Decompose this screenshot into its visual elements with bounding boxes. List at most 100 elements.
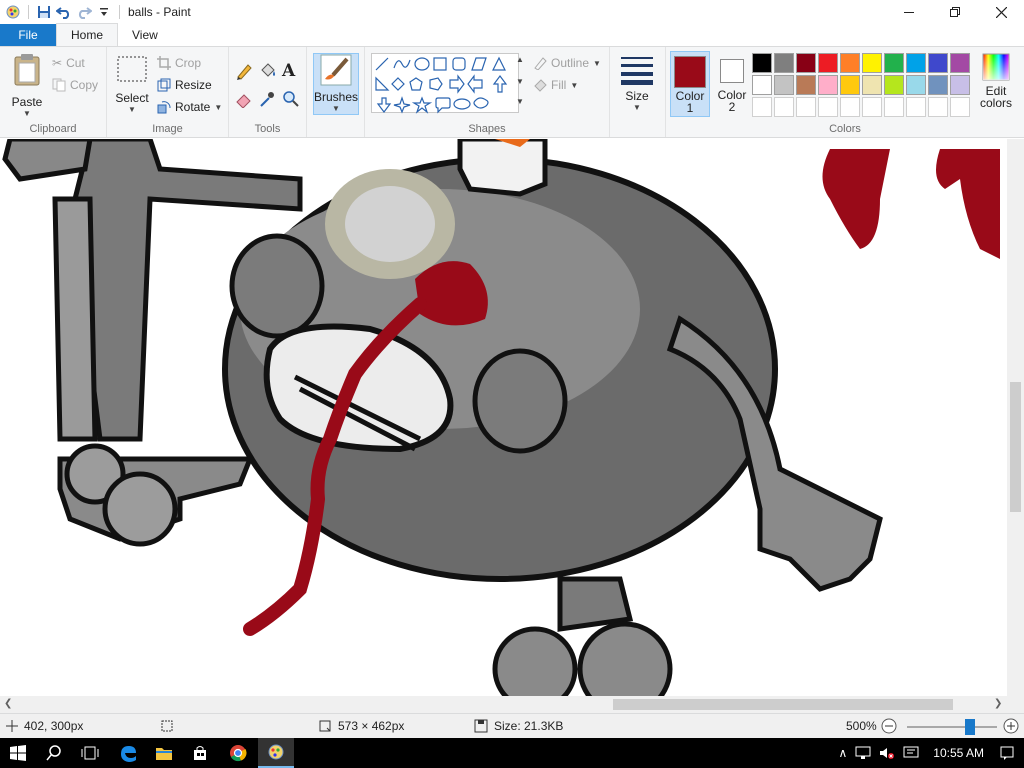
volume-muted-icon[interactable] bbox=[879, 746, 895, 760]
restore-button[interactable] bbox=[932, 0, 978, 24]
color2-button[interactable]: Color 2 bbox=[712, 51, 752, 117]
eraser-tool[interactable] bbox=[235, 89, 253, 109]
zoom-slider[interactable] bbox=[907, 726, 997, 728]
palette-swatch[interactable] bbox=[818, 53, 838, 73]
scroll-down-icon[interactable]: ▼ bbox=[516, 77, 524, 86]
zoom-out-button[interactable] bbox=[881, 714, 897, 739]
clock[interactable]: 10:55 AM bbox=[933, 746, 984, 760]
palette-swatch[interactable] bbox=[884, 97, 904, 117]
vertical-scroll-thumb[interactable] bbox=[1010, 382, 1021, 512]
vertical-scrollbar[interactable] bbox=[1007, 139, 1024, 696]
palette-swatch[interactable] bbox=[796, 97, 816, 117]
paint-taskbar-button[interactable] bbox=[258, 738, 294, 768]
palette-swatch[interactable] bbox=[906, 53, 926, 73]
color-picker-tool[interactable] bbox=[258, 89, 276, 109]
save-icon[interactable] bbox=[35, 3, 53, 21]
palette-swatch[interactable] bbox=[928, 75, 948, 95]
cut-button[interactable]: ✂ Cut bbox=[52, 53, 85, 73]
select-button[interactable]: Select ▼ bbox=[115, 55, 149, 114]
crosshair-icon bbox=[6, 720, 18, 732]
canvas-size-icon bbox=[319, 720, 331, 732]
palette-swatch[interactable] bbox=[774, 75, 794, 95]
cut-label: Cut bbox=[66, 56, 85, 70]
qat-separator bbox=[119, 5, 120, 19]
palette-swatch[interactable] bbox=[818, 97, 838, 117]
tab-view[interactable]: View bbox=[118, 24, 172, 46]
store-button[interactable] bbox=[182, 738, 218, 768]
palette-swatch[interactable] bbox=[906, 97, 926, 117]
outline-button[interactable]: Outline ▼ bbox=[533, 53, 601, 73]
fill-button[interactable]: Fill ▼ bbox=[533, 75, 578, 95]
network-icon[interactable] bbox=[855, 746, 871, 760]
shapes-gallery-scroll[interactable]: ▲ ▼ ▼ bbox=[513, 53, 527, 113]
palette-swatch[interactable] bbox=[818, 75, 838, 95]
rotate-button[interactable]: Rotate ▼ bbox=[157, 97, 222, 117]
task-view-button[interactable] bbox=[72, 738, 108, 768]
search-button[interactable] bbox=[36, 738, 72, 768]
palette-swatch[interactable] bbox=[950, 53, 970, 73]
crop-button[interactable]: Crop bbox=[157, 53, 201, 73]
scroll-left-icon[interactable]: ❮ bbox=[4, 698, 12, 709]
chrome-button[interactable] bbox=[220, 738, 256, 768]
action-center-icon[interactable] bbox=[1000, 746, 1014, 760]
palette-swatch[interactable] bbox=[906, 75, 926, 95]
text-tool[interactable]: A bbox=[282, 61, 295, 81]
edge-button[interactable] bbox=[110, 738, 146, 768]
size-button[interactable]: Size ▼ bbox=[618, 55, 656, 112]
palette-swatch[interactable] bbox=[796, 53, 816, 73]
zoom-slider-thumb[interactable] bbox=[965, 719, 975, 735]
minimize-button[interactable] bbox=[886, 0, 932, 24]
fill-tool[interactable] bbox=[258, 61, 276, 81]
redo-icon[interactable] bbox=[75, 3, 93, 21]
tab-file[interactable]: File bbox=[0, 24, 56, 46]
color2-swatch bbox=[720, 59, 744, 83]
horizontal-scrollbar[interactable]: ❮ ❯ bbox=[0, 696, 1024, 713]
palette-swatch[interactable] bbox=[774, 97, 794, 117]
chevron-up-icon[interactable]: ∧ bbox=[839, 746, 848, 760]
undo-icon[interactable] bbox=[55, 3, 73, 21]
palette-swatch[interactable] bbox=[884, 75, 904, 95]
paint-app-icon[interactable] bbox=[4, 3, 22, 21]
edit-colors-button[interactable]: Edit colors bbox=[976, 53, 1016, 109]
palette-swatch[interactable] bbox=[862, 53, 882, 73]
paint-icon bbox=[268, 744, 284, 760]
shapes-gallery[interactable] bbox=[371, 53, 519, 114]
color1-button[interactable]: Color 1 bbox=[670, 51, 710, 117]
palette-swatch[interactable] bbox=[950, 75, 970, 95]
horizontal-scroll-thumb[interactable] bbox=[613, 699, 953, 710]
resize-button[interactable]: Resize bbox=[157, 75, 212, 95]
paste-button[interactable]: Paste ▼ bbox=[8, 53, 46, 118]
palette-swatch[interactable] bbox=[862, 97, 882, 117]
start-button[interactable] bbox=[0, 738, 36, 768]
shapes-group: ▲ ▼ ▼ Outline ▼ Fill ▼ Shapes bbox=[365, 47, 610, 137]
magnifier-tool[interactable] bbox=[282, 89, 300, 109]
palette-swatch[interactable] bbox=[840, 97, 860, 117]
zoom-in-button[interactable] bbox=[1003, 714, 1019, 739]
zoom-level: 500% bbox=[846, 714, 877, 739]
copy-button[interactable]: Copy bbox=[52, 75, 98, 95]
expand-gallery-icon[interactable]: ▼ bbox=[516, 97, 524, 106]
file-explorer-button[interactable] bbox=[146, 738, 182, 768]
canvas[interactable] bbox=[0, 139, 1024, 696]
palette-swatch[interactable] bbox=[752, 53, 772, 73]
palette-swatch[interactable] bbox=[796, 75, 816, 95]
palette-swatch[interactable] bbox=[884, 53, 904, 73]
scroll-up-icon[interactable]: ▲ bbox=[516, 55, 524, 64]
pencil-tool[interactable] bbox=[235, 61, 253, 81]
palette-swatch[interactable] bbox=[752, 75, 772, 95]
color2-label-line2: 2 bbox=[728, 100, 736, 114]
close-button[interactable] bbox=[978, 0, 1024, 24]
palette-swatch[interactable] bbox=[928, 53, 948, 73]
palette-swatch[interactable] bbox=[840, 75, 860, 95]
palette-swatch[interactable] bbox=[774, 53, 794, 73]
palette-swatch[interactable] bbox=[928, 97, 948, 117]
scroll-right-icon[interactable]: ❯ bbox=[994, 698, 1002, 709]
customize-qat-icon[interactable] bbox=[95, 3, 113, 21]
notifications-icon[interactable] bbox=[903, 746, 919, 760]
palette-swatch[interactable] bbox=[840, 53, 860, 73]
tab-home[interactable]: Home bbox=[56, 23, 119, 46]
palette-swatch[interactable] bbox=[950, 97, 970, 117]
palette-swatch[interactable] bbox=[862, 75, 882, 95]
palette-swatch[interactable] bbox=[752, 97, 772, 117]
paste-label: Paste bbox=[11, 95, 43, 109]
